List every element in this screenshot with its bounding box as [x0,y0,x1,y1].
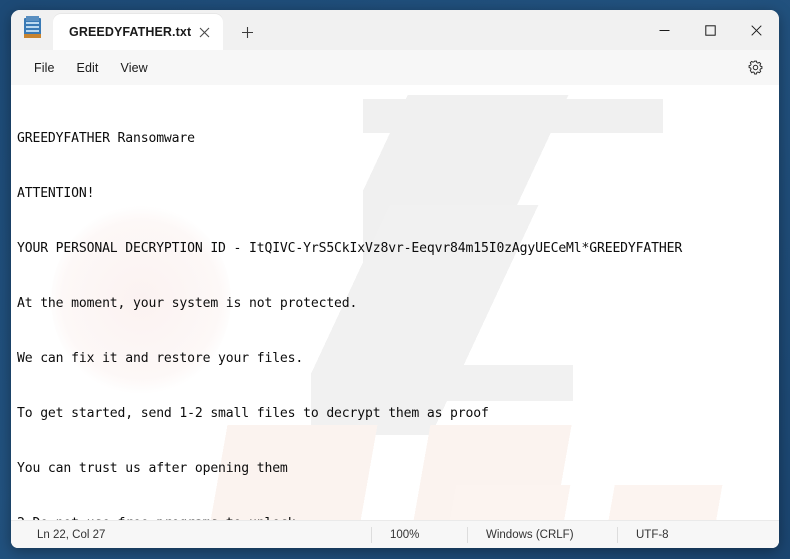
minimize-button[interactable] [641,10,687,50]
new-tab-icon[interactable] [230,15,264,49]
gear-icon[interactable] [741,54,769,82]
text-line: ATTENTION! [17,185,95,201]
close-window-button[interactable] [733,10,779,50]
close-tab-icon[interactable] [191,19,217,45]
status-encoding-value: UTF-8 [636,528,669,541]
status-zoom-level[interactable]: 100% [371,526,467,543]
notepad-icon [11,10,53,50]
status-encoding[interactable]: UTF-8 [617,526,727,543]
text-line: 2.Do not use free programs to unlock. [17,515,779,520]
ransom-note-text[interactable]: GREEDYFATHER Ransomware ATTENTION! YOUR … [11,85,779,520]
maximize-button[interactable] [687,10,733,50]
notepad-window: GREEDYFATHER.txt File Edit View GREEDYFA… [11,10,779,548]
desktop-background: GREEDYFATHER.txt File Edit View GREEDYFA… [0,0,790,559]
menu-item-view[interactable]: View [110,56,159,80]
status-cursor-position: Ln 22, Col 27 [37,528,106,541]
text-line: At the moment, your system is not protec… [17,295,358,311]
title-bar: GREEDYFATHER.txt [11,10,779,50]
status-line-ending-value: Windows (CRLF) [486,528,574,541]
notepad-icon-rings [25,16,39,21]
tab-title: GREEDYFATHER.txt [69,25,192,39]
status-zoom-value: 100% [390,528,420,541]
text-editor-area[interactable]: GREEDYFATHER Ransomware ATTENTION! YOUR … [11,85,779,520]
tab-greedyfather-txt[interactable]: GREEDYFATHER.txt [53,14,224,50]
status-bar: Ln 22, Col 27 100% Windows (CRLF) UTF-8 [11,520,779,548]
menu-item-file[interactable]: File [23,56,66,80]
text-line: YOUR PERSONAL DECRYPTION ID - ItQIVC-YrS… [17,240,683,256]
menu-bar: File Edit View [11,50,779,85]
window-controls [641,10,779,50]
status-line-ending[interactable]: Windows (CRLF) [467,526,617,543]
text-line: We can fix it and restore your files. [17,350,304,366]
menu-item-edit[interactable]: Edit [66,56,110,80]
notepad-icon-glyph [23,16,41,38]
text-line: GREEDYFATHER Ransomware [17,130,195,146]
text-line: You can trust us after opening them [17,460,288,476]
text-line: To get started, send 1-2 small files to … [17,405,489,421]
